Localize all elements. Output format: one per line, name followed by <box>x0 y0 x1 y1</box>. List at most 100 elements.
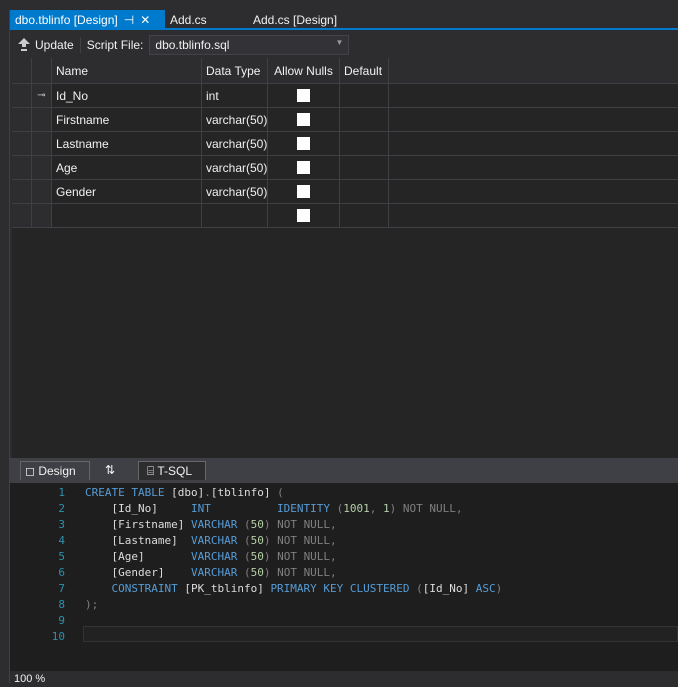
row-selector[interactable] <box>12 108 32 131</box>
allow-nulls-checkbox[interactable] <box>297 185 310 198</box>
zoom-dropdown[interactable]: 100 % <box>14 673 45 685</box>
allow-nulls-checkbox[interactable] <box>297 89 310 102</box>
table-row[interactable]: Firstname varchar(50) <box>12 108 678 132</box>
default-cell[interactable] <box>340 84 389 107</box>
pin-icon[interactable]: ⊣ <box>124 10 134 30</box>
code-token: 50 <box>250 518 264 531</box>
document-tabs: dbo.tblinfo [Design] ⊣ ✕ Add.cs Add.cs [… <box>10 10 678 30</box>
tab-tsql[interactable]: ⌸ T-SQL <box>138 461 206 480</box>
code-token: ); <box>85 598 99 611</box>
tab-tblinfo-design[interactable]: dbo.tblinfo [Design] ⊣ ✕ <box>10 10 165 30</box>
code-token: ( <box>277 486 284 499</box>
key-cell <box>32 108 52 131</box>
data-type-cell[interactable]: varchar(50) <box>202 180 268 203</box>
line-number: 5 <box>58 550 65 563</box>
code-token: 1001 <box>343 502 370 515</box>
line-number: 7 <box>58 582 65 595</box>
swap-panes-button[interactable]: ⇅ <box>105 461 115 480</box>
code-token: VARCHAR <box>190 534 244 547</box>
close-icon[interactable]: ✕ <box>140 10 150 30</box>
header-default[interactable]: Default <box>340 58 389 83</box>
columns-grid: Name Data Type Allow Nulls Default ⊸ Id_… <box>12 58 678 458</box>
code-token: INT IDENTITY <box>190 502 337 515</box>
code-token: 50 <box>250 550 264 563</box>
code-token: ASC <box>475 582 496 595</box>
name-cell[interactable]: Lastname <box>52 132 202 155</box>
default-cell[interactable] <box>340 132 389 155</box>
row-selector[interactable] <box>12 204 32 227</box>
code-line: [Age] VARCHAR (50) NOT NULL, <box>85 550 337 563</box>
code-token: ) NOT NULL, <box>263 550 337 563</box>
code-token: VARCHAR <box>190 518 244 531</box>
tab-add-cs-design[interactable]: Add.cs [Design] <box>248 10 342 30</box>
design-icon: ◻ <box>25 464 35 478</box>
code-token: ) NOT NULL, <box>263 534 337 547</box>
chevron-down-icon: ▼ <box>335 38 344 47</box>
code-token: ( <box>243 534 251 547</box>
line-number: 10 <box>51 630 65 643</box>
allow-nulls-checkbox[interactable] <box>297 113 310 126</box>
table-row[interactable]: Lastname varchar(50) <box>12 132 678 156</box>
editor-status-bar: 100 % <box>10 671 678 685</box>
table-row[interactable]: Age varchar(50) <box>12 156 678 180</box>
table-row[interactable]: ⊸ Id_No int <box>12 84 678 108</box>
key-cell <box>32 204 52 227</box>
allow-nulls-checkbox[interactable] <box>297 137 310 150</box>
design-label: Design <box>38 464 76 478</box>
allow-nulls-cell <box>268 108 340 131</box>
left-dock-bar <box>0 10 10 683</box>
name-cell[interactable]: Firstname <box>52 108 202 131</box>
default-cell[interactable] <box>340 108 389 131</box>
code-token: ( <box>243 518 251 531</box>
name-cell[interactable]: Gender <box>52 180 202 203</box>
designer-toolbar: Update Script File: dbo.tblinfo.sql ▼ <box>10 32 678 58</box>
allow-nulls-checkbox[interactable] <box>297 209 310 222</box>
line-number: 1 <box>58 486 65 499</box>
tab-add-cs[interactable]: Add.cs <box>165 10 248 30</box>
key-cell <box>32 180 52 203</box>
code-line: ); <box>85 598 98 611</box>
tsql-label: T-SQL <box>157 464 193 478</box>
line-number: 9 <box>58 614 65 627</box>
allow-nulls-checkbox[interactable] <box>297 161 310 174</box>
code-token: , <box>369 502 384 515</box>
row-selector[interactable] <box>12 132 32 155</box>
current-line-highlight <box>83 626 678 642</box>
tab-design[interactable]: ◻ Design <box>20 461 90 480</box>
script-file-label: Script File: <box>86 38 144 52</box>
name-cell[interactable] <box>52 204 202 227</box>
header-name[interactable]: Name <box>52 58 202 83</box>
default-cell[interactable] <box>340 180 389 203</box>
row-selector[interactable] <box>12 156 32 179</box>
table-row[interactable] <box>12 204 678 228</box>
code-token: ) NOT NULL, <box>263 518 337 531</box>
code-token: [Id_No] <box>422 582 476 595</box>
header-allow-nulls[interactable]: Allow Nulls <box>268 58 340 83</box>
data-type-cell[interactable] <box>202 204 268 227</box>
default-cell[interactable] <box>340 204 389 227</box>
header-data-type[interactable]: Data Type <box>202 58 268 83</box>
name-cell[interactable]: Age <box>52 156 202 179</box>
allow-nulls-cell <box>268 180 340 203</box>
code-token: ) NOT NULL, <box>263 566 337 579</box>
tsql-editor[interactable]: 1 CREATE TABLE [dbo].[tblinfo] (2 [Id_No]… <box>10 483 678 671</box>
toolbar-separator <box>79 37 81 53</box>
row-selector[interactable] <box>12 180 32 203</box>
row-selector[interactable] <box>12 84 32 107</box>
code-token: 1 <box>383 502 390 515</box>
script-file-dropdown[interactable]: dbo.tblinfo.sql ▼ <box>149 35 350 55</box>
code-token: ( <box>243 566 251 579</box>
data-type-cell[interactable]: int <box>202 84 268 107</box>
script-file-value: dbo.tblinfo.sql <box>155 38 230 52</box>
code-line: CONSTRAINT [PK_tblinfo] PRIMARY KEY CLUS… <box>85 582 502 595</box>
data-type-cell[interactable]: varchar(50) <box>202 108 268 131</box>
data-type-cell[interactable]: varchar(50) <box>202 156 268 179</box>
data-type-cell[interactable]: varchar(50) <box>202 132 268 155</box>
code-token: ) NOT NULL, <box>389 502 463 515</box>
select-all-corner[interactable] <box>12 58 32 83</box>
name-cell[interactable]: Id_No <box>52 84 202 107</box>
table-row[interactable]: Gender varchar(50) <box>12 180 678 204</box>
update-button[interactable]: Update <box>18 38 74 52</box>
default-cell[interactable] <box>340 156 389 179</box>
tab-label: dbo.tblinfo [Design] <box>15 13 118 27</box>
